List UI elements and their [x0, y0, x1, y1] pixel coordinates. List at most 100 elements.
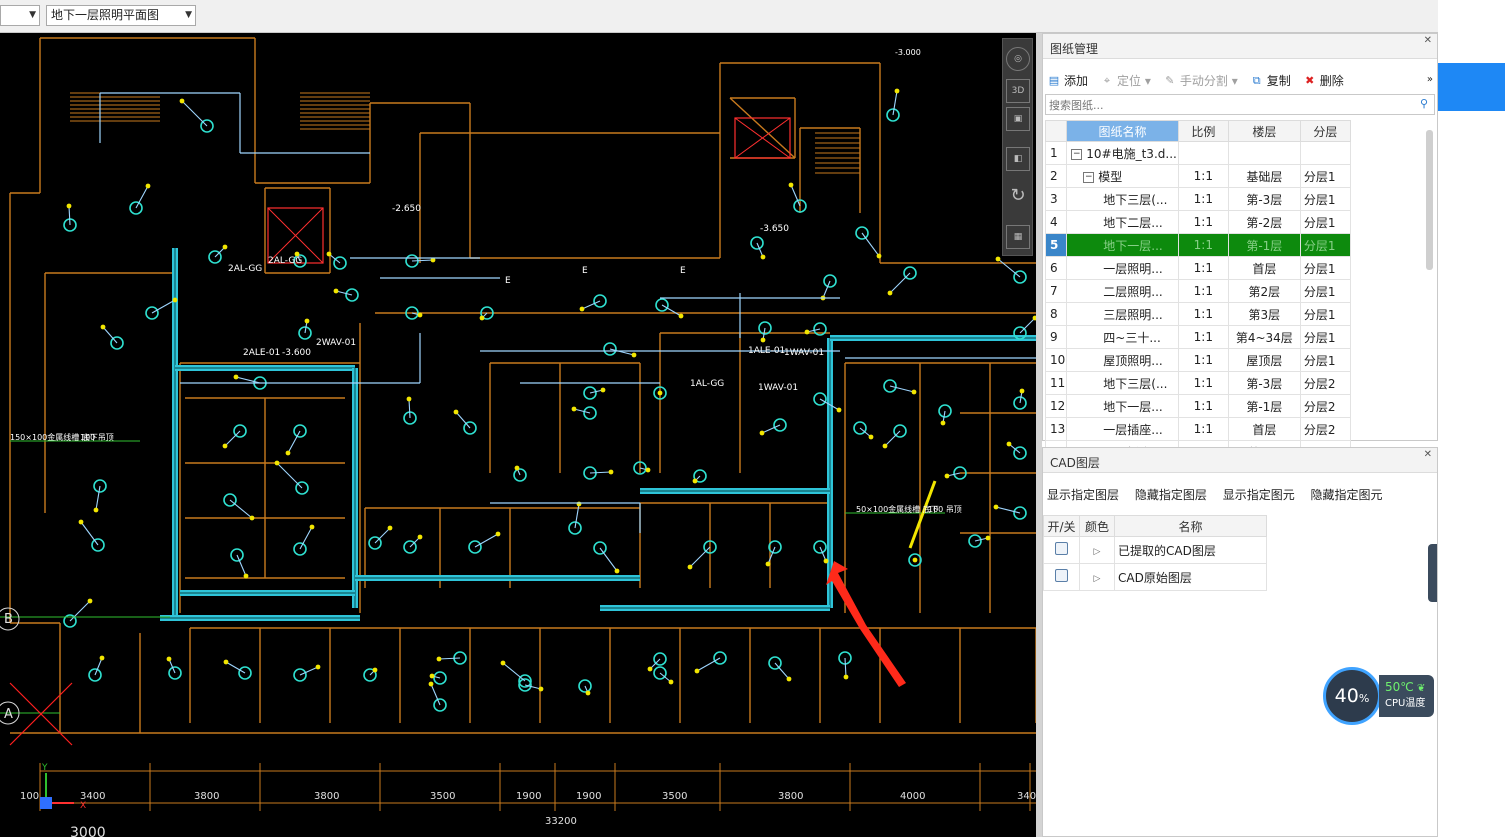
wire-line — [581, 300, 601, 310]
cube-iso-icon[interactable]: ◧ — [1006, 147, 1030, 171]
cpu-temp-box: 50℃ ❦ CPU温度 — [1379, 675, 1434, 717]
rotate-icon[interactable]: ↻ — [1006, 185, 1030, 209]
expand-icon[interactable]: ▷ — [1094, 547, 1101, 557]
layer-checkbox[interactable] — [1055, 542, 1068, 555]
wire-line — [102, 326, 118, 344]
cube-top-icon[interactable]: ▣ — [1006, 107, 1030, 131]
switch-dot — [417, 312, 423, 318]
side-handle[interactable] — [1428, 544, 1437, 602]
row-floor: 基础层 — [1227, 164, 1301, 188]
delete-label: 删除 — [1319, 74, 1344, 88]
cpu-widget[interactable]: 40% 50℃ ❦ CPU温度 — [1323, 667, 1438, 725]
close-icon[interactable]: ✕ — [1424, 449, 1432, 460]
switch-dot — [843, 674, 849, 680]
wire-line — [335, 290, 353, 296]
table-row[interactable]: 2− 模型 1:1 基础层 分层1 — [1044, 164, 1351, 188]
table-row[interactable]: 9 四~三十... 1:1 第4~34层 分层1 — [1044, 325, 1351, 349]
switch-dot — [514, 465, 520, 471]
switch-dot — [887, 290, 893, 296]
table-row[interactable]: 6 一层照明... 1:1 首层 分层1 — [1044, 256, 1351, 280]
ucs-y-label: Y — [41, 763, 48, 773]
row-name-text: 一层插座... — [1103, 422, 1163, 437]
show-layer-button[interactable]: 显示指定图层 — [1047, 488, 1119, 502]
table-row[interactable]: 4 地下二层... 1:1 第-2层 分层1 — [1044, 210, 1351, 234]
layer-row[interactable]: ▷ 已提取的CAD图层 — [1043, 536, 1267, 564]
table-row[interactable]: 10 屋顶照明... 1:1 屋顶层 分层1 — [1044, 348, 1351, 372]
hide-element-button[interactable]: 隐藏指定图元 — [1311, 488, 1383, 502]
switch-dot — [429, 673, 435, 679]
dimension-bottom: 3000 — [70, 825, 106, 837]
layer-checkbox[interactable] — [1055, 569, 1068, 582]
dimension-total: 33200 — [545, 816, 577, 827]
drawing-select[interactable]: 地下一层照明平面图 ▼ — [46, 5, 196, 26]
switch-dot — [678, 313, 684, 319]
copy-button[interactable]: ⧉ 复制 — [1250, 72, 1291, 89]
copy-icon: ⧉ — [1252, 73, 1261, 87]
collapse-icon[interactable]: − — [1071, 148, 1083, 160]
add-icon: ▤ — [1048, 73, 1060, 87]
table-row[interactable]: 12 地下一层... 1:1 第-1层 分层2 — [1044, 394, 1351, 418]
table-row[interactable]: 7 二层照明... 1:1 第2层 分层1 — [1044, 279, 1351, 303]
col-layer-name: 名称 — [1114, 515, 1267, 537]
row-scale: 1:1 — [1177, 417, 1229, 441]
switch-dot — [788, 182, 794, 188]
table-row[interactable]: 5 地下一层... 1:1 第-1层 分层1 — [1044, 233, 1351, 257]
side-tab[interactable] — [1438, 63, 1505, 111]
table-row[interactable]: 1−10#电施_t3.d... — [1044, 141, 1351, 165]
hide-layer-button[interactable]: 隐藏指定图层 — [1135, 488, 1207, 502]
axis-label-a: A — [4, 707, 13, 722]
wire-line — [80, 521, 99, 546]
layer-row[interactable]: ▷ CAD原始图层 — [1043, 563, 1267, 591]
more-icon[interactable]: » — [1427, 74, 1433, 85]
cad-canvas[interactable]: -3.000 2AL-GG 2AL-GG -2.650 -3.650 2ALE-01 -3.… — [0, 33, 1036, 837]
switch-dot — [600, 387, 606, 393]
close-icon[interactable]: ✕ — [1424, 35, 1432, 46]
switch-dot — [333, 288, 339, 294]
delete-button[interactable]: ✖ 删除 — [1303, 72, 1344, 89]
switch-dot — [804, 329, 810, 335]
col-scale[interactable]: 比例 — [1177, 120, 1229, 142]
switch-dot — [222, 244, 228, 250]
table-row[interactable]: 11 地下三层(... 1:1 第-3层 分层2 — [1044, 371, 1351, 395]
switch-dot — [645, 467, 651, 473]
row-name: 地下二层... — [1066, 210, 1179, 234]
search-icon[interactable]: ⚲ — [1420, 97, 1428, 110]
row-floor: 第-3层 — [1227, 371, 1301, 395]
col-floor[interactable]: 楼层 — [1227, 120, 1301, 142]
table-row[interactable]: 8 三层照明... 1:1 第3层 分层1 — [1044, 302, 1351, 326]
row-index: 12 — [1044, 394, 1068, 418]
table-row[interactable]: 13 一层插座... 1:1 首层 分层2 — [1044, 417, 1351, 441]
row-index: 10 — [1044, 348, 1068, 372]
orbit-icon[interactable]: ◎ — [1006, 47, 1030, 71]
switch-dot — [912, 557, 918, 563]
drawing-table: 图纸名称 比例 楼层 分层 1−10#电施_t3.d... 2− 模型 1:1 基础层分… — [1044, 120, 1351, 487]
split-button[interactable]: ✎ 手动分割 ▾ — [1163, 72, 1237, 89]
3d-icon[interactable]: 3D — [1006, 79, 1030, 103]
dimension-text: 1900 — [576, 791, 601, 802]
expand-icon[interactable]: ▷ — [1094, 574, 1101, 584]
split-icon: ✎ — [1165, 73, 1175, 87]
col-layer[interactable]: 分层 — [1299, 120, 1351, 142]
drawing-search[interactable]: ⚲ — [1045, 94, 1435, 116]
top-toolbar: ▼ 地下一层照明平面图 ▼ — [0, 0, 1438, 33]
switch-dot — [668, 679, 674, 685]
locate-button[interactable]: ⌖ 定位 ▾ — [1100, 72, 1151, 89]
layer-toggle-cell — [1043, 536, 1080, 564]
grid-icon[interactable]: ▦ — [1006, 225, 1030, 249]
row-index: 8 — [1044, 302, 1068, 326]
add-button[interactable]: ▤ 添加 — [1047, 72, 1088, 89]
col-name[interactable]: 图纸名称 — [1066, 120, 1179, 142]
collapse-icon[interactable]: − — [1083, 171, 1095, 183]
row-name-text: 四~三十... — [1103, 330, 1161, 345]
show-element-button[interactable]: 显示指定图元 — [1223, 488, 1295, 502]
view-select[interactable]: ▼ — [0, 5, 40, 26]
row-name-text: 模型 — [1098, 169, 1123, 184]
row-layer: 分层1 — [1299, 348, 1351, 372]
table-header: 图纸名称 比例 楼层 分层 — [1044, 120, 1351, 142]
drawing-scrollbar[interactable] — [1426, 130, 1433, 270]
switch-dot — [99, 655, 105, 661]
layer-table: 开/关 颜色 名称 ▷ 已提取的CAD图层 ▷ CAD原始图层 — [1043, 515, 1267, 591]
switch-dot — [249, 515, 255, 521]
table-row[interactable]: 3 地下三层(... 1:1 第-3层 分层1 — [1044, 187, 1351, 211]
search-input[interactable] — [1046, 95, 1411, 116]
